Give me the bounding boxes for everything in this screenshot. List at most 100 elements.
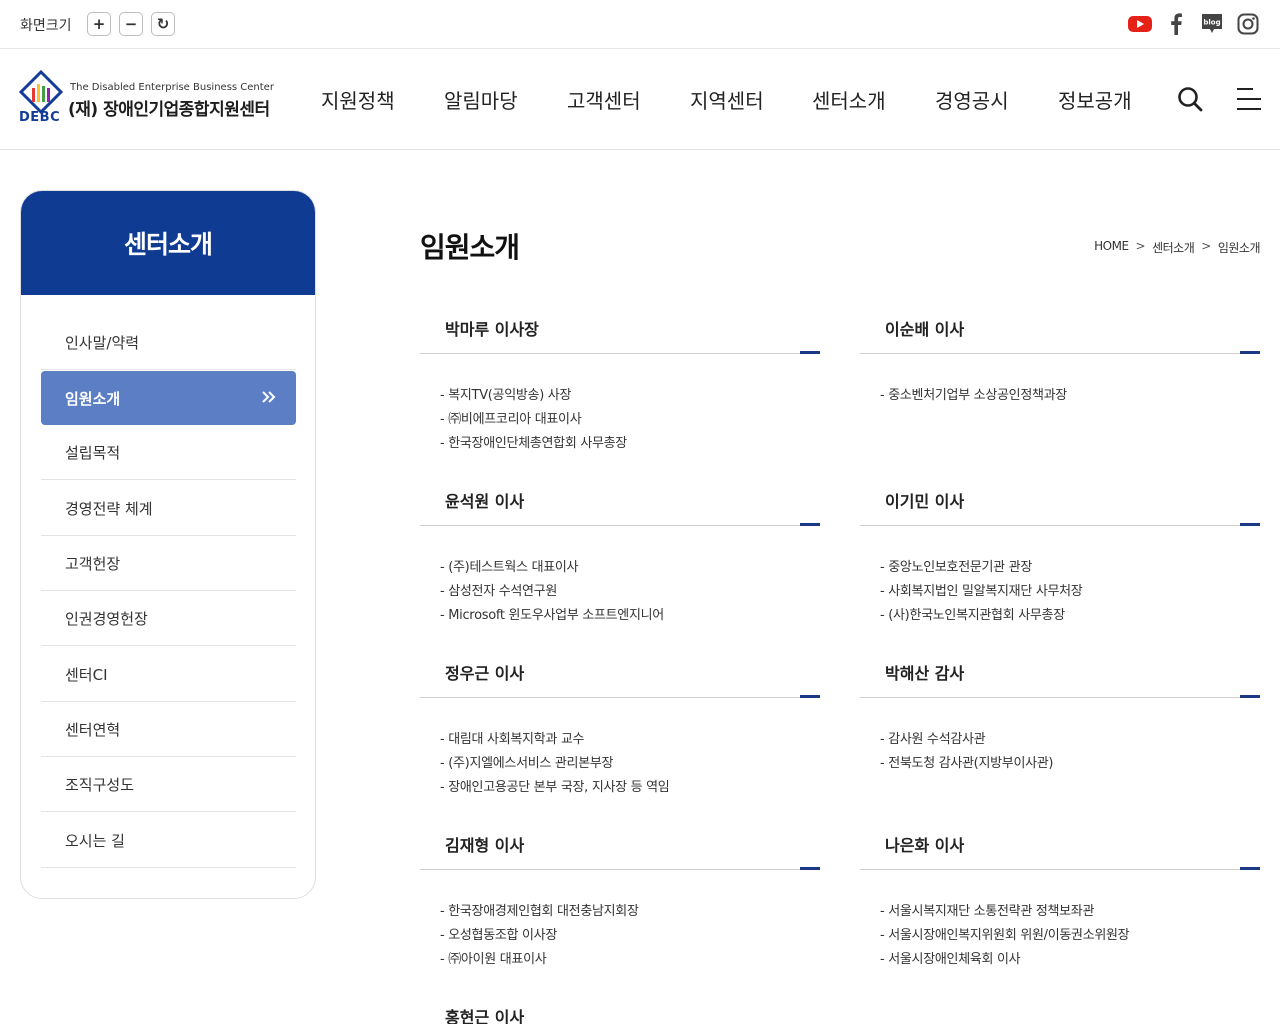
nav-management-disclosure[interactable]: 경영공시: [935, 85, 1009, 114]
youtube-icon[interactable]: [1127, 12, 1153, 36]
utility-bar: 화면크기 + − ↻ blog: [0, 0, 1280, 49]
executive-role: (주)지엘에스서비스 관리본부장: [440, 752, 669, 776]
card-divider: [420, 869, 820, 870]
sidebar-item-label: 경영전략 체계: [65, 499, 153, 518]
sidebar-item-label: 설립목적: [65, 443, 121, 462]
nav-customer-center[interactable]: 고객센터: [567, 85, 641, 114]
executive-roles: 복지TV(공익방송) 사장 ㈜비에프코리아 대표이사 한국장애인단체총연합회 사…: [440, 384, 627, 456]
sidebar-item-directions[interactable]: 오시는 길: [41, 813, 296, 868]
executive-role: 삼성전자 수석연구원: [440, 580, 664, 604]
executive-role: (주)테스트웍스 대표이사: [440, 556, 664, 580]
sidebar-item-strategy[interactable]: 경영전략 체계: [41, 481, 296, 536]
sidebar-item-label: 센터CI: [65, 665, 108, 684]
executive-role: 한국장애경제인협회 대전충남지회장: [440, 900, 639, 924]
sidebar-item-greeting[interactable]: 인사말/약력: [41, 315, 296, 370]
sidebar-item-label: 오시는 길: [65, 831, 125, 850]
card-divider: [860, 869, 1260, 870]
nav-notice[interactable]: 알림마당: [444, 85, 518, 114]
card-accent: [800, 695, 820, 698]
page-title: 임원소개: [420, 231, 520, 264]
sidebar-item-organization[interactable]: 조직구성도: [41, 757, 296, 812]
executive-role: 서울시복지재단 소통전략관 정책보좌관: [880, 900, 1129, 924]
card-divider: [420, 353, 820, 354]
card-divider: [420, 697, 820, 698]
sidebar: 센터소개 인사말/약력 임원소개 설립목적 경영전략 체계 고객헌장 인권경영헌…: [20, 190, 316, 899]
sidebar-item-label: 조직구성도: [65, 775, 135, 794]
sidebar-item-label: 임원소개: [65, 389, 121, 408]
sidebar-item-customer-charter[interactable]: 고객헌장: [41, 536, 296, 591]
executive-name: 김재형 이사: [445, 836, 525, 855]
executive-role: 전북도청 감사관(지방부이사관): [880, 752, 1053, 776]
executive-roles: 중앙노인보호전문기관 관장 사회복지법인 밀알복지재단 사무처장 (사)한국노인…: [880, 556, 1083, 628]
executive-name: 이순배 이사: [885, 320, 965, 339]
executive-roles: 감사원 수석감사관 전북도청 감사관(지방부이사관): [880, 728, 1053, 776]
site-logo[interactable]: The Disabled Enterprise Business Center …: [18, 70, 288, 128]
facebook-icon[interactable]: [1163, 12, 1189, 36]
executive-role: ㈜비에프코리아 대표이사: [440, 408, 627, 432]
executive-roles: 서울시복지재단 소통전략관 정책보좌관 서울시장애인복지위원회 위원/이동권소위…: [880, 900, 1129, 972]
instagram-icon[interactable]: [1235, 12, 1261, 36]
card-divider: [860, 697, 1260, 698]
svg-text:blog: blog: [1203, 19, 1220, 27]
executive-role: 오성협동조합 이사장: [440, 924, 639, 948]
executive-role: 복지TV(공익방송) 사장: [440, 384, 627, 408]
blog-icon[interactable]: blog: [1199, 12, 1225, 36]
zoom-label: 화면크기: [20, 18, 72, 34]
sidebar-item-history[interactable]: 센터연혁: [41, 702, 296, 757]
executive-role: 한국장애인단체총연합회 사무총장: [440, 432, 627, 456]
zoom-in-button[interactable]: +: [87, 12, 111, 36]
nav-support-policy[interactable]: 지원정책: [321, 85, 395, 114]
card-accent: [1240, 695, 1260, 698]
executive-role: 서울시장애인복지위원회 위원/이동권소위원장: [880, 924, 1129, 948]
logo-english-name: The Disabled Enterprise Business Center: [70, 82, 274, 93]
card-divider: [420, 525, 820, 526]
card-accent: [1240, 523, 1260, 526]
executive-roles: (주)테스트웍스 대표이사 삼성전자 수석연구원 Microsoft 윈도우사업…: [440, 556, 664, 628]
breadcrumb: HOME > 센터소개 > 임원소개: [1094, 239, 1260, 256]
executive-name: 홍현근 이사: [445, 1008, 525, 1024]
sidebar-item-executives[interactable]: 임원소개: [41, 371, 296, 425]
executive-role: 장애인고용공단 본부 국장, 지사장 등 역임: [440, 776, 670, 800]
executive-name: 박마루 이사장: [445, 320, 539, 339]
executive-role: 사회복지법인 밀알복지재단 사무처장: [880, 580, 1083, 604]
sidebar-item-center-ci[interactable]: 센터CI: [41, 647, 296, 702]
executive-role: 대림대 사회복지학과 교수: [440, 728, 669, 752]
double-chevron-right-icon: [262, 391, 276, 403]
sidebar-item-human-rights-charter[interactable]: 인권경영헌장: [41, 591, 296, 646]
breadcrumb-home[interactable]: HOME: [1094, 239, 1129, 256]
card-accent: [1240, 867, 1260, 870]
site-header: The Disabled Enterprise Business Center …: [0, 49, 1280, 150]
sidebar-item-purpose[interactable]: 설립목적: [41, 425, 296, 480]
breadcrumb-center-intro[interactable]: 센터소개: [1152, 239, 1195, 256]
executive-role: 중앙노인보호전문기관 관장: [880, 556, 1082, 580]
sidebar-title: 센터소개: [21, 191, 315, 295]
executive-roles: 한국장애경제인협회 대전충남지회장 오성협동조합 이사장 ㈜아이원 대표이사: [440, 900, 639, 972]
nav-information-disclosure[interactable]: 정보공개: [1058, 85, 1132, 114]
card-accent: [800, 351, 820, 354]
hamburger-menu-icon[interactable]: [1237, 86, 1261, 112]
executive-name: 나은화 이사: [885, 836, 965, 855]
executive-roles: 중소벤처기업부 소상공인정책과장: [880, 384, 1067, 408]
executive-role: ㈜아이원 대표이사: [440, 948, 639, 972]
breadcrumb-current: 임원소개: [1217, 241, 1261, 255]
executive-name: 이기민 이사: [885, 492, 965, 511]
card-accent: [800, 867, 820, 870]
sidebar-item-label: 인사말/약력: [65, 333, 140, 352]
zoom-out-button[interactable]: −: [119, 12, 143, 36]
card-divider: [860, 525, 1260, 526]
executive-role: Microsoft 윈도우사업부 소프트엔지니어: [440, 604, 664, 628]
executive-name: 정우근 이사: [445, 664, 525, 683]
search-icon[interactable]: [1176, 85, 1204, 113]
card-accent: [800, 523, 820, 526]
nav-regional-center[interactable]: 지역센터: [690, 85, 764, 114]
sidebar-item-label: 고객헌장: [65, 554, 121, 573]
executive-role: 감사원 수석감사관: [880, 728, 1053, 752]
zoom-reset-button[interactable]: ↻: [151, 12, 175, 36]
nav-center-intro[interactable]: 센터소개: [812, 85, 886, 114]
executive-name: 윤석원 이사: [445, 492, 525, 511]
sidebar-item-label: 센터연혁: [65, 720, 121, 739]
executive-role: 서울시장애인체육회 이사: [880, 948, 1129, 972]
executive-name: 박해산 감사: [885, 664, 965, 683]
logo-korean-name: (재) 장애인기업종합지원센터: [68, 100, 270, 120]
logo-abbreviation: DEBC: [19, 110, 61, 125]
